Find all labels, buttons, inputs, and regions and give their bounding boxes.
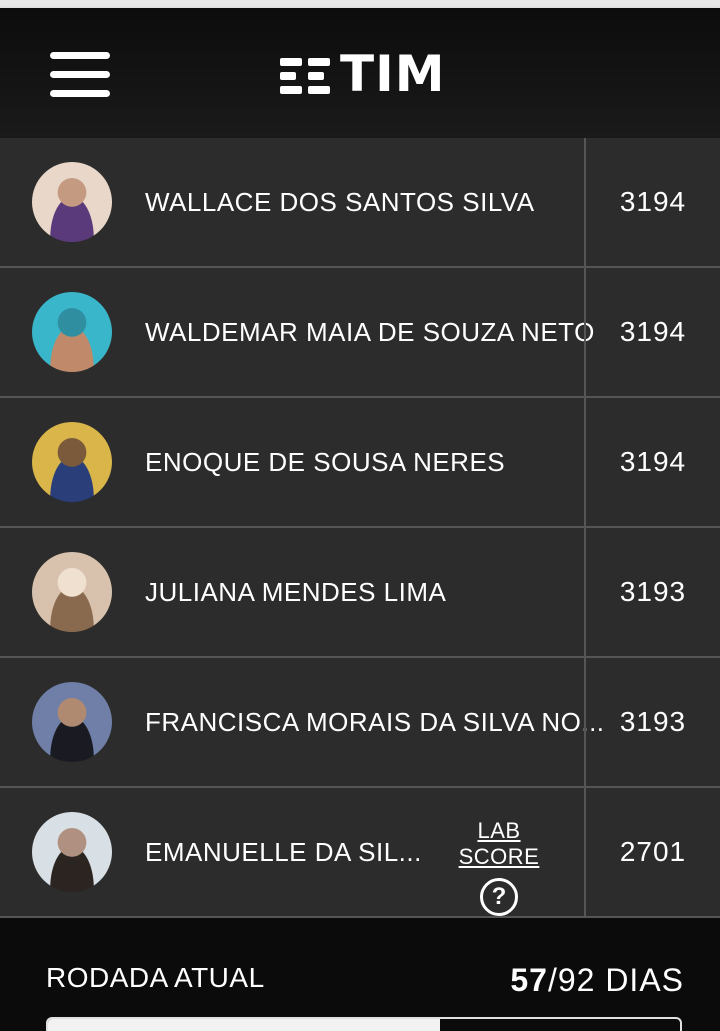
ranking-row[interactable]: EMANUELLE DA SIL... LAB SCORE? 2701 xyxy=(0,788,720,918)
lab-score-label[interactable]: LAB SCORE xyxy=(434,818,564,870)
round-progress-fill xyxy=(48,1019,440,1031)
ranking-list: WALLACE DOS SANTOS SILVA 3194 WALDEMAR MAI… xyxy=(0,138,720,918)
player-score: 3194 xyxy=(619,186,687,217)
player-name: ENOQUE DE SOUSA NERES xyxy=(145,447,506,477)
player-score: 3193 xyxy=(619,706,687,737)
avatar xyxy=(32,422,112,502)
avatar xyxy=(32,682,112,762)
logo-text: TIM xyxy=(340,45,446,103)
round-footer: RODADA ATUAL 57/92 DIAS xyxy=(0,918,720,1031)
avatar xyxy=(32,162,112,242)
lab-score-link[interactable]: LAB SCORE? xyxy=(434,818,564,916)
player-score: 3194 xyxy=(619,446,687,477)
player-name: EMANUELLE DA SIL... xyxy=(145,837,422,867)
round-label: RODADA ATUAL xyxy=(46,962,265,993)
player-score: 3193 xyxy=(619,576,687,607)
round-days-current: 57 xyxy=(510,962,548,998)
ranking-row[interactable]: ENOQUE DE SOUSA NERES 3194 xyxy=(0,398,720,528)
player-name: WALDEMAR MAIA DE SOUZA NETO xyxy=(145,317,595,347)
ranking-row[interactable]: FRANCISCA MORAIS DA SILVA NO... 3193 xyxy=(0,658,720,788)
avatar xyxy=(32,812,112,892)
app-header: TIM xyxy=(0,8,720,138)
tim-logo-mark-icon xyxy=(280,52,334,96)
avatar xyxy=(32,292,112,372)
ranking-row[interactable]: WALLACE DOS SANTOS SILVA 3194 xyxy=(0,138,720,268)
player-name: JULIANA MENDES LIMA xyxy=(145,577,447,607)
ranking-row[interactable]: WALDEMAR MAIA DE SOUZA NETO 3194 xyxy=(0,268,720,398)
round-days-total: /92 DIAS xyxy=(547,962,684,998)
help-icon[interactable]: ? xyxy=(480,878,518,916)
avatar xyxy=(32,552,112,632)
player-score: 3194 xyxy=(619,316,687,347)
player-name: FRANCISCA MORAIS DA SILVA NO... xyxy=(145,707,605,737)
round-progress-bar xyxy=(46,1017,682,1031)
player-name: WALLACE DOS SANTOS SILVA xyxy=(145,187,535,217)
player-score: 2701 xyxy=(619,836,687,867)
round-days: 57/92 DIAS xyxy=(510,962,684,999)
status-bar xyxy=(0,0,720,8)
menu-icon[interactable] xyxy=(50,52,110,98)
tim-logo: TIM xyxy=(280,45,446,103)
ranking-row[interactable]: JULIANA MENDES LIMA 3193 xyxy=(0,528,720,658)
